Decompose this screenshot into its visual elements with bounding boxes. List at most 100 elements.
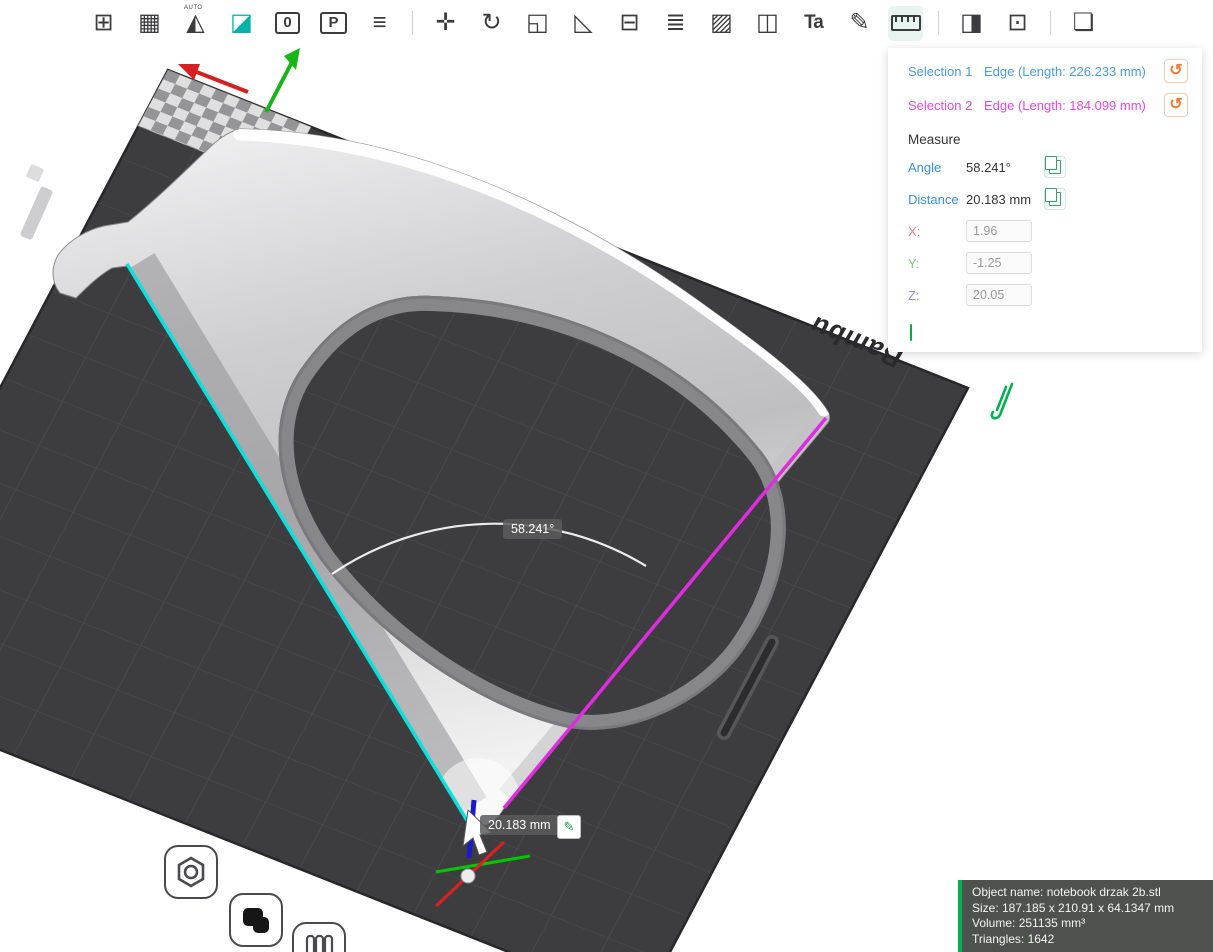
scale-tool-button[interactable]: ◱	[520, 6, 555, 41]
transform-icon: ⊡	[1007, 9, 1028, 36]
copy-distance-button[interactable]	[1044, 188, 1066, 210]
selection2-row: Selection 2 Edge (Length: 184.099 mm) ↺	[888, 88, 1202, 122]
auto-orient-label: AUTO	[184, 4, 203, 11]
object-info-panel: Object name: notebook drzak 2b.stl Size:…	[958, 880, 1213, 952]
edit-icon: ✎	[563, 819, 575, 834]
keyboard-shortcut-row	[888, 311, 1202, 341]
plate-stack-icon	[243, 908, 269, 933]
selection1-label: Selection 1	[908, 63, 973, 79]
object-name: Object name: notebook drzak 2b.stl	[972, 885, 1161, 899]
rotate-tool-button[interactable]: ↻	[474, 6, 509, 41]
selection2-label: Selection 2	[908, 97, 973, 113]
z-axis-label: Z:	[908, 287, 920, 303]
distance-measurement-badge: 20.183 mm	[480, 815, 559, 835]
toolbar-separator	[412, 11, 413, 35]
assembly-icon: ❏	[1072, 9, 1095, 36]
scale-icon: ◱	[526, 9, 549, 36]
split-icon: ⊟	[619, 9, 640, 36]
selection2-reset-button[interactable]: ↺	[1164, 93, 1188, 117]
support-paint-icon: ▨	[710, 9, 733, 36]
angle-label: Angle	[908, 159, 942, 175]
align-icon: ≡	[372, 9, 387, 36]
angle-measurement-badge: 58.241°	[503, 519, 563, 539]
plate-label-chip	[20, 186, 53, 240]
transform-frame-button[interactable]: ⊡	[1000, 6, 1035, 41]
color-paint-button[interactable]: ✎	[842, 6, 877, 41]
text-tool-icon: Ta	[804, 12, 824, 33]
keyboard-icon	[910, 324, 912, 341]
bambu-studio-window: Bambu ⊞ ▦ AUTO ◭ ◪ 0 P ≡ ✛ ↻ ◱ ◺ ⊟ ≣ ▨ ◫…	[0, 0, 1213, 952]
z-value-field[interactable]	[966, 284, 1032, 306]
place-on-face-icon: ◺	[574, 9, 593, 36]
copy-icon	[1045, 188, 1061, 206]
distance-label: Distance	[908, 191, 959, 207]
reset-icon: ↺	[1169, 62, 1183, 79]
auto-orient-icon: ◭	[186, 9, 205, 36]
add-object-icon: ⊞	[93, 9, 114, 36]
angle-row: Angle 58.241°	[888, 151, 1202, 183]
x-axis-label: X:	[908, 223, 921, 239]
align-button[interactable]: ≡	[362, 6, 397, 41]
move-tool-button[interactable]: ✛	[428, 6, 463, 41]
support-paint-button[interactable]: ▨	[704, 6, 739, 41]
variable-layer-button[interactable]: ≣	[658, 6, 693, 41]
plate-settings-button[interactable]	[164, 845, 218, 899]
seam-icon: ◨	[960, 9, 983, 36]
assembly-view-button[interactable]: ❏	[1066, 6, 1101, 41]
selection2-value: Edge (Length: 184.099 mm)	[984, 97, 1146, 113]
selection1-reset-button[interactable]: ↺	[1164, 59, 1188, 83]
y-value-field[interactable]	[966, 252, 1032, 274]
p-tool-button[interactable]: P	[316, 6, 351, 41]
zero-icon: 0	[275, 11, 300, 35]
angle-value: 58.241°	[966, 159, 1011, 175]
nut-icon	[177, 856, 205, 888]
y-axis-label: Y:	[908, 255, 920, 271]
variable-layer-icon: ≣	[665, 9, 686, 36]
plate-list-button[interactable]	[292, 922, 346, 952]
p-icon: P	[320, 11, 347, 35]
seam-paint-button[interactable]: ◨	[954, 6, 989, 41]
measure-tool-button[interactable]	[888, 5, 923, 41]
lay-flat-button[interactable]: ◪	[224, 6, 259, 41]
x-value-field[interactable]	[966, 220, 1032, 242]
measure-hint-icon	[990, 382, 1014, 420]
toolbar-separator	[1050, 11, 1051, 35]
object-size: Size: 187.185 x 210.91 x 64.1347 mm	[972, 900, 1175, 915]
auto-orient-button[interactable]: AUTO ◭	[178, 4, 213, 41]
edit-distance-button[interactable]: ✎	[557, 815, 581, 839]
object-triangles: Triangles: 1642	[972, 931, 1055, 946]
measure-panel: Selection 1 Edge (Length: 226.233 mm) ↺ …	[888, 48, 1202, 352]
reset-icon: ↺	[1169, 96, 1183, 113]
z-row: Z:	[888, 279, 1202, 311]
bars-icon	[305, 934, 334, 952]
distance-value: 20.183 mm	[966, 191, 1032, 207]
keyboard-hint-button[interactable]	[910, 324, 912, 341]
color-paint-icon: ✎	[849, 9, 870, 36]
split-button[interactable]: ⊟	[612, 6, 647, 41]
selection1-row: Selection 1 Edge (Length: 226.233 mm) ↺	[888, 54, 1202, 88]
place-on-face-button[interactable]: ◺	[566, 6, 601, 41]
mesh-boolean-button[interactable]: ◫	[750, 6, 785, 41]
toolbar-separator	[938, 11, 939, 35]
mesh-boolean-icon: ◫	[756, 9, 779, 36]
zero-tool-button[interactable]: 0	[270, 6, 305, 41]
copy-icon	[1045, 156, 1061, 174]
rotate-icon: ↻	[481, 9, 502, 36]
selection1-value: Edge (Length: 226.233 mm)	[984, 63, 1146, 79]
text-tool-button[interactable]: Ta	[796, 6, 831, 41]
plate-qr-chip	[26, 164, 44, 182]
measure-title: Measure	[908, 132, 961, 147]
add-object-button[interactable]: ⊞	[86, 6, 121, 41]
measure-icon	[890, 15, 921, 31]
arrange-icon: ▦	[138, 9, 161, 36]
plate-type-button[interactable]	[229, 893, 283, 947]
y-row: Y:	[888, 247, 1202, 279]
copy-angle-button[interactable]	[1044, 156, 1066, 178]
arrange-button[interactable]: ▦	[132, 6, 167, 41]
object-volume: Volume: 251135 mm³	[972, 916, 1086, 930]
x-row: X:	[888, 215, 1202, 247]
lay-flat-icon: ◪	[230, 9, 253, 36]
move-icon: ✛	[435, 9, 456, 36]
top-toolbar: ⊞ ▦ AUTO ◭ ◪ 0 P ≡ ✛ ↻ ◱ ◺ ⊟ ≣ ▨ ◫ Ta ✎ ◨…	[86, 2, 1101, 44]
distance-row: Distance 20.183 mm	[888, 183, 1202, 215]
